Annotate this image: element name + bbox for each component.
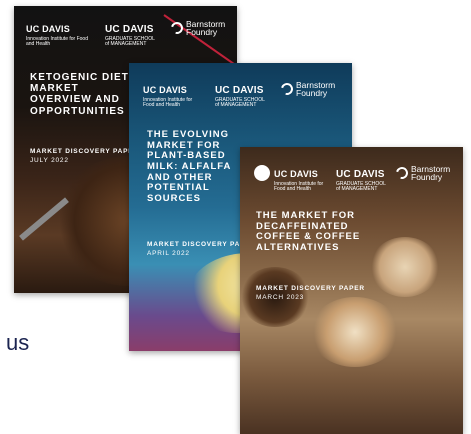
barnstorm-icon <box>393 164 411 182</box>
logo-text: UC DAVIS <box>105 24 154 35</box>
barnstorm-icon <box>168 19 186 37</box>
logo-text: UC DAVIS <box>143 85 187 95</box>
ucd-gsm-logo: UC DAVIS GRADUATE SCHOOL of MANAGEMENT <box>336 165 386 192</box>
logo-subtext: Innovation Institute for Food and Health <box>26 36 88 47</box>
logo-text: UC DAVIS <box>26 24 70 34</box>
seal-icon <box>254 165 270 181</box>
ucd-iifh-logo: UC DAVIS Innovation Institute for Food a… <box>26 20 91 47</box>
logo-text: UC DAVIS <box>336 169 385 180</box>
paper-date: JULY 2022 <box>30 157 69 164</box>
cover-title: THE MARKET FOR DECAFFEINATED COFFEE & CO… <box>256 210 361 253</box>
ucd-gsm-logo: UC DAVIS GRADUATE SCHOOL of MANAGEMENT <box>105 20 157 47</box>
paper-type: MARKET DISCOVERY PAPER <box>256 285 365 292</box>
cover-title: KETOGENIC DIET MARKET OVERVIEW AND OPPOR… <box>30 72 129 117</box>
logo-text: UC DAVIS <box>215 85 264 96</box>
cropped-text: us <box>6 330 30 355</box>
coffee-cup-photo <box>310 297 400 367</box>
ucd-iifh-logo: UC DAVIS Innovation Institute for Food a… <box>274 165 326 192</box>
barnstorm-foundry-logo: Barnstorm Foundry <box>278 80 335 99</box>
paper-type: MARKET DISCOVERY PAPER <box>30 148 139 155</box>
logo-row: UC DAVIS Innovation Institute for Food a… <box>26 20 225 47</box>
logo-subtext: GRADUATE SCHOOL of MANAGEMENT <box>336 181 386 192</box>
paper-date: MARCH 2023 <box>256 294 305 301</box>
cover-meta: MARKET DISCOVERY PAPER JULY 2022 <box>30 148 139 164</box>
cover-title: THE EVOLVING MARKET FOR PLANT-BASED MILK… <box>147 129 232 204</box>
logo-text: Foundry <box>411 172 443 183</box>
ucd-iifh-logo: UC DAVIS Innovation Institute for Food a… <box>143 81 201 108</box>
logo-subtext: Innovation Institute for Food and Health <box>143 97 193 108</box>
logo-text: Foundry <box>186 27 218 38</box>
barnstorm-foundry-logo: Barnstorm Foundry <box>393 164 450 183</box>
coffee-cup-photo <box>370 237 440 297</box>
logo-subtext: Innovation Institute for Food and Health <box>274 181 324 192</box>
logo-subtext: GRADUATE SCHOOL of MANAGEMENT <box>105 36 155 47</box>
logo-row: UC DAVIS Innovation Institute for Food a… <box>143 81 335 108</box>
logo-subtext: GRADUATE SCHOOL of MANAGEMENT <box>215 97 265 108</box>
barnstorm-foundry-logo: Barnstorm Foundry <box>168 19 225 38</box>
logo-row: UC DAVIS Innovation Institute for Food a… <box>254 165 450 192</box>
cover-meta: MARKET DISCOVERY PAPER MARCH 2023 <box>256 285 365 301</box>
ucd-gsm-logo: UC DAVIS GRADUATE SCHOOL of MANAGEMENT <box>215 81 267 108</box>
logo-text: UC DAVIS <box>274 169 318 179</box>
cover-decaf-coffee[interactable]: UC DAVIS Innovation Institute for Food a… <box>240 147 463 434</box>
barnstorm-icon <box>278 80 296 98</box>
logo-text: Foundry <box>296 88 328 99</box>
